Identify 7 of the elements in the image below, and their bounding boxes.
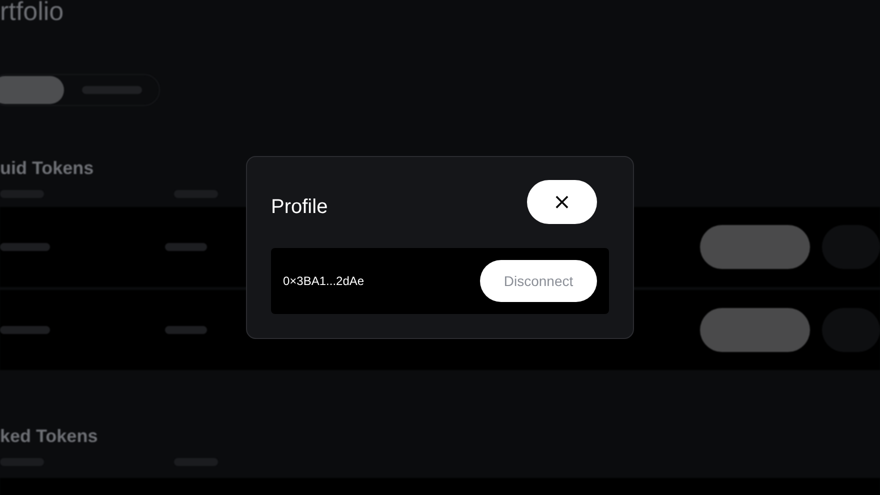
- tab-group[interactable]: [0, 74, 160, 106]
- section-title: ked Tokens: [0, 426, 99, 448]
- close-button[interactable]: ×: [527, 180, 597, 224]
- page-title: rtfolio: [0, 0, 65, 24]
- dialog-title: Profile: [271, 196, 328, 218]
- section-title: uid Tokens: [0, 158, 95, 180]
- wallet-address: 0×3BA1...2dAe: [283, 274, 364, 288]
